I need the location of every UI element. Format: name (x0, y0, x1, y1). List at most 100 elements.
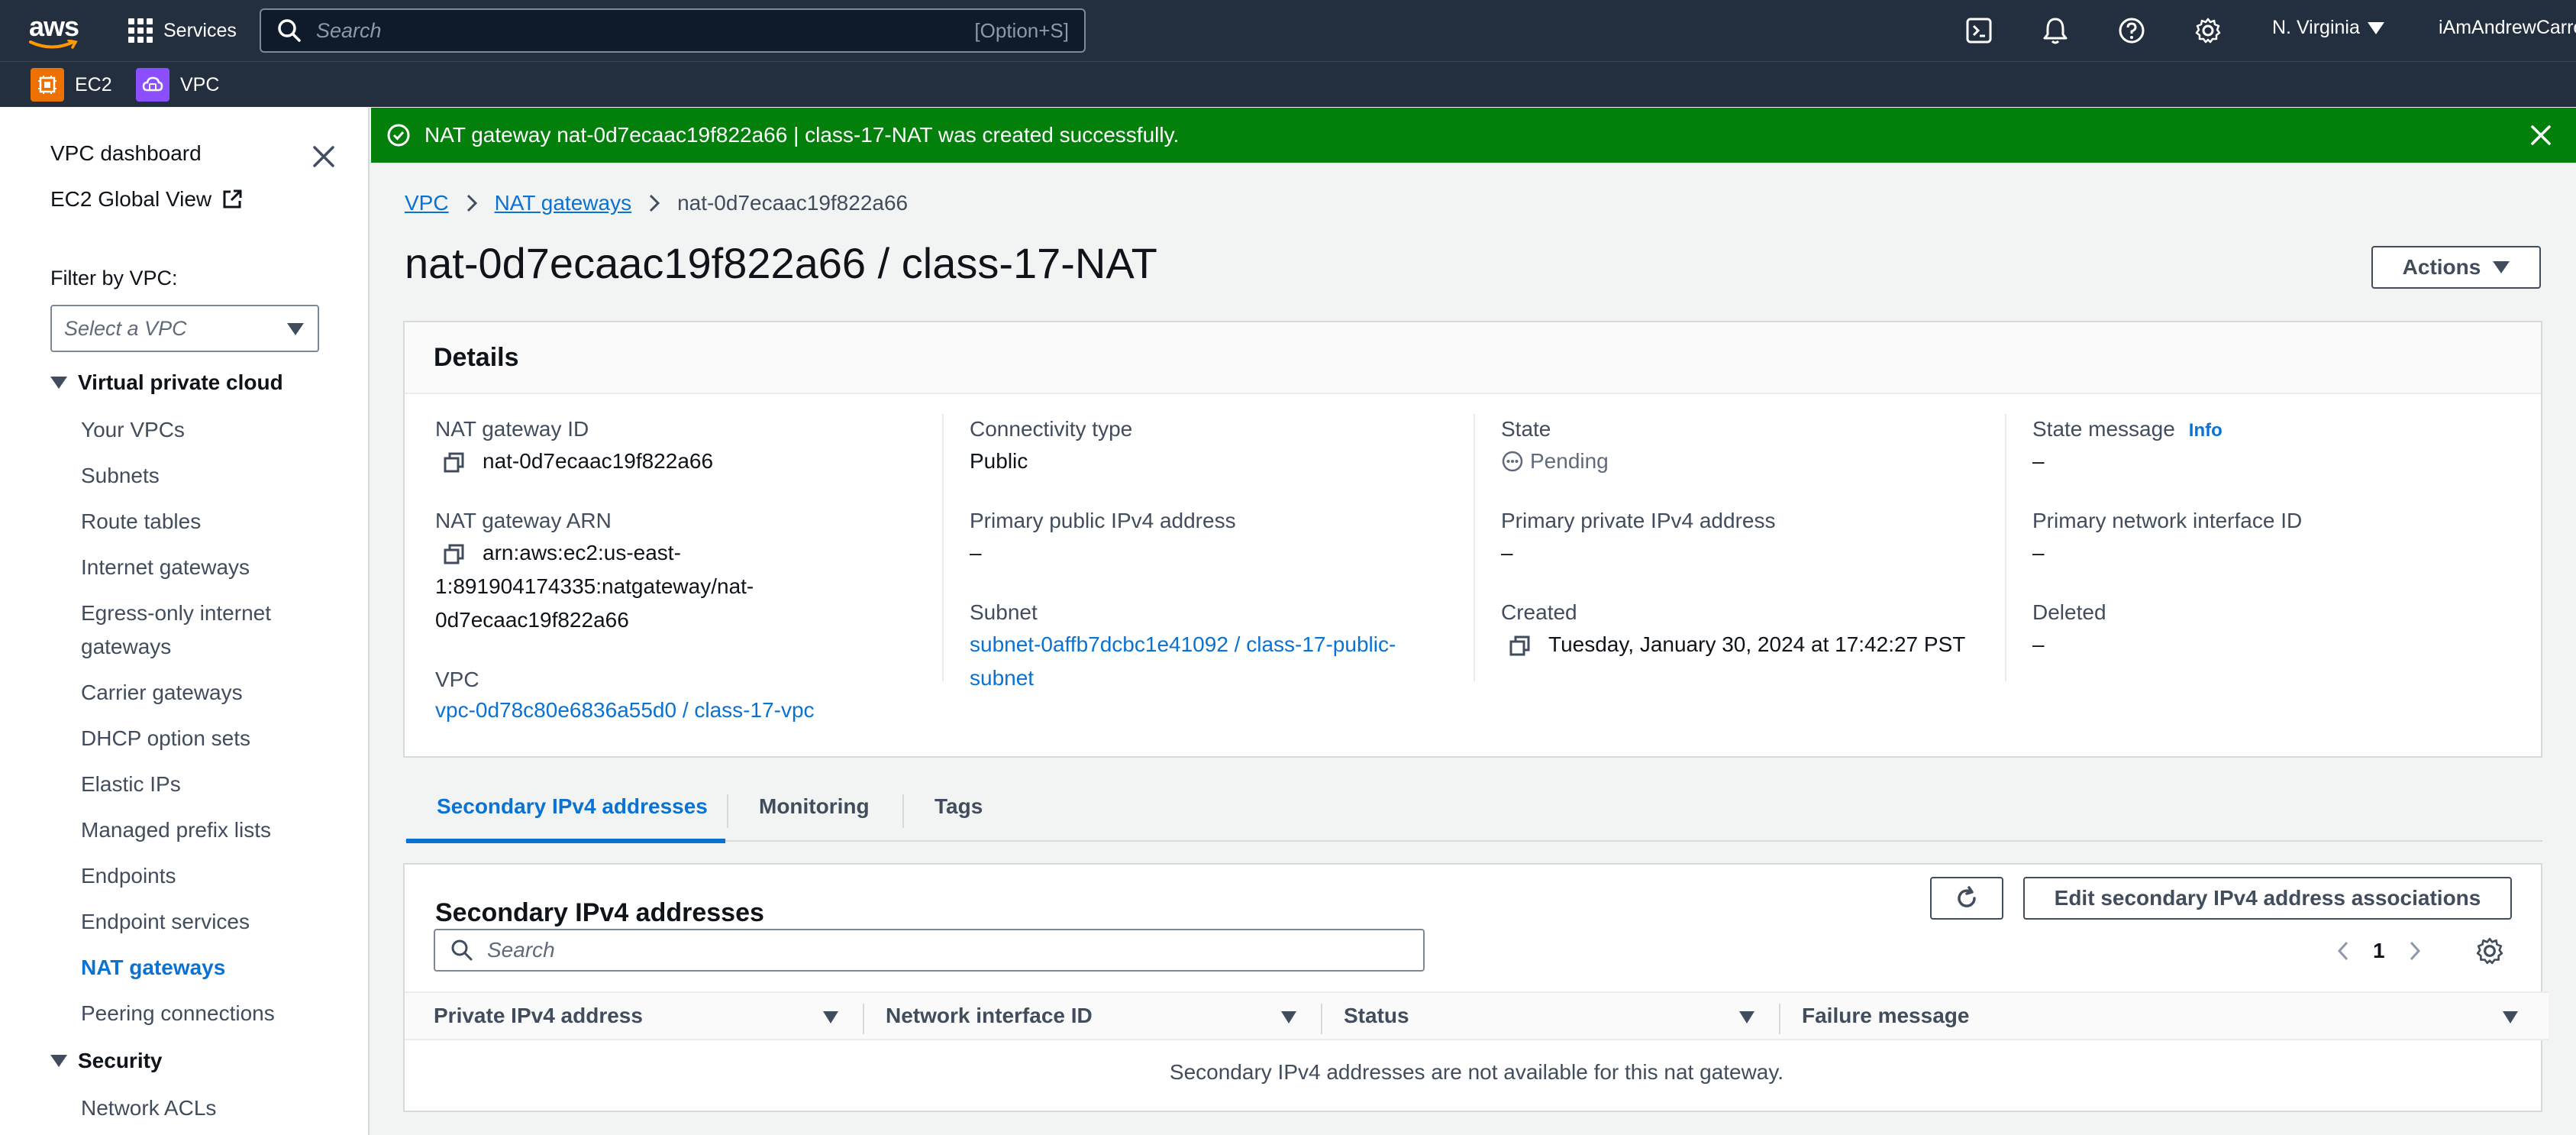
created-text: Tuesday, January 30, 2024 at 17:42:27 PS… (1548, 632, 1966, 656)
sidebar-item-carrier-gateways[interactable]: Carrier gateways (81, 676, 341, 710)
tab-separator (902, 794, 904, 828)
copy-icon[interactable] (443, 451, 466, 474)
sidebar-item-your-vpcs[interactable]: Your VPCs (81, 413, 341, 447)
global-search-input[interactable]: Search [Option+S] (260, 8, 1086, 53)
chevron-left-icon[interactable] (2336, 940, 2350, 962)
info-link[interactable]: Info (2189, 420, 2223, 441)
edit-secondary-ipv4-associations-button[interactable]: Edit secondary IPv4 address associations (2023, 877, 2512, 920)
sidebar-item-network-acls[interactable]: Network ACLs (81, 1091, 341, 1125)
sidebar-item-dhcp-option-sets[interactable]: DHCP option sets (81, 722, 341, 755)
arn-line-1: arn:aws:ec2:us-east- (483, 541, 681, 564)
favorite-ec2-label: EC2 (75, 73, 112, 95)
subnet-link[interactable]: subnet-0affb7dcbc1e41092 / class-17-publ… (970, 628, 1396, 695)
deleted-label: Deleted (2032, 600, 2106, 624)
chevron-right-icon[interactable] (2408, 940, 2422, 962)
flash-message: NAT gateway nat-0d7ecaac19f822a66 | clas… (424, 123, 1180, 147)
column-separator (1779, 1004, 1780, 1034)
help-icon[interactable] (2116, 15, 2147, 46)
aws-smile-icon (29, 40, 78, 49)
breadcrumb-nat-gateways[interactable]: NAT gateways (495, 191, 631, 215)
vpc-label: VPC (435, 668, 479, 691)
sidebar-item-elastic-ips[interactable]: Elastic IPs (81, 768, 341, 801)
breadcrumb-current: nat-0d7ecaac19f822a66 (677, 191, 909, 215)
sidebar-item-route-tables[interactable]: Route tables (81, 505, 341, 538)
search-icon (451, 939, 473, 961)
page-title: nat-0d7ecaac19f822a66 / class-17-NAT (405, 239, 1157, 287)
cloudshell-icon[interactable] (1964, 15, 1994, 46)
secondary-ipv4-search-input[interactable]: Search (434, 929, 1425, 972)
sidebar-section-security[interactable]: Security (50, 1049, 163, 1073)
settings-gear-icon[interactable] (2193, 15, 2223, 46)
subnet-link-line-1: subnet-0affb7dcbc1e41092 / class-17-publ… (970, 632, 1396, 656)
search-icon (278, 19, 301, 42)
details-panel: Details NAT gateway ID nat-0d7ecaac19f82… (403, 321, 2542, 758)
refresh-button[interactable] (1930, 877, 2003, 920)
sort-caret-icon[interactable] (2503, 1011, 2518, 1023)
sidebar-item-egress-only-internet-gateways[interactable]: Egress-only internet gateways (81, 597, 341, 664)
sidebar-section-label: Virtual private cloud (78, 370, 283, 394)
sidebar-item-endpoints[interactable]: Endpoints (81, 859, 341, 893)
sort-caret-icon[interactable] (1281, 1011, 1296, 1023)
sidebar-item-nat-gateways[interactable]: NAT gateways (81, 951, 341, 985)
column-header-status[interactable]: Status (1344, 1004, 1409, 1028)
sidebar-item-subnets[interactable]: Subnets (81, 459, 341, 493)
copy-icon[interactable] (1509, 635, 1532, 658)
caret-down-icon (287, 323, 304, 335)
services-menu-button[interactable]: Services (128, 15, 237, 46)
breadcrumb: VPC NAT gateways nat-0d7ecaac19f822a66 (405, 191, 908, 215)
sidebar-item-endpoint-services[interactable]: Endpoint services (81, 905, 341, 939)
sidebar-section-virtual-private-cloud[interactable]: Virtual private cloud (50, 370, 283, 395)
sidebar-item-internet-gateways[interactable]: Internet gateways (81, 551, 341, 584)
chevron-right-icon (650, 194, 660, 212)
sidebar-ec2-global-view[interactable]: EC2 Global View (50, 187, 244, 212)
empty-table-message: Secondary IPv4 addresses are not availab… (1169, 1060, 1784, 1084)
sidebar-item-managed-prefix-lists[interactable]: Managed prefix lists (81, 813, 341, 847)
primary-private-ip-label: Primary private IPv4 address (1501, 509, 1776, 532)
vpc-filter-placeholder: Select a VPC (64, 316, 187, 340)
sort-caret-icon[interactable] (1739, 1011, 1754, 1023)
state-message-label: State message Info (2032, 417, 2223, 441)
filter-by-vpc-label: Filter by VPC: (50, 267, 178, 289)
vpc-link[interactable]: vpc-0d78c80e6836a55d0 / class-17-vpc (435, 694, 815, 727)
external-link-icon (223, 189, 242, 209)
sidebar-vpc-dashboard[interactable]: VPC dashboard (50, 141, 202, 166)
tab-tags[interactable]: Tags (935, 794, 983, 819)
column-divider (1474, 414, 1475, 681)
notifications-bell-icon[interactable] (2040, 15, 2071, 46)
arn-line-2: 1:891904174335:natgateway/nat- (435, 574, 754, 598)
search-shortcut: [Option+S] (974, 18, 1069, 42)
success-flash-banner: NAT gateway nat-0d7ecaac19f822a66 | clas… (371, 108, 2576, 163)
vpc-filter-select[interactable]: Select a VPC (50, 305, 319, 352)
primary-eni-value: – (2032, 541, 2045, 564)
detail-tabs: Secondary IPv4 addresses Monitoring Tags (405, 781, 2542, 843)
services-grid-icon (128, 18, 153, 43)
dismiss-close-icon[interactable] (2527, 121, 2555, 149)
aws-logo-text: aws (29, 11, 79, 42)
table-preferences-gear-icon[interactable] (2475, 936, 2504, 965)
sort-caret-icon[interactable] (823, 1011, 838, 1023)
expand-caret-icon (50, 1055, 67, 1067)
favorite-ec2[interactable]: EC2 (31, 68, 112, 102)
region-selector[interactable]: N. Virginia (2272, 17, 2384, 39)
vpc-service-icon (136, 68, 169, 102)
account-menu[interactable]: iAmAndrewCarroll (2439, 17, 2576, 39)
actions-button[interactable]: Actions (2371, 246, 2541, 289)
close-icon[interactable] (308, 141, 339, 172)
tab-monitoring[interactable]: Monitoring (759, 794, 870, 819)
favorite-vpc[interactable]: VPC (136, 68, 219, 102)
copy-icon[interactable] (443, 543, 466, 566)
state-message-label-text: State message (2032, 417, 2175, 441)
aws-logo[interactable]: aws (27, 11, 79, 52)
active-tab-indicator (406, 839, 725, 843)
column-header-failure-message[interactable]: Failure message (1802, 1004, 1969, 1028)
primary-public-ip-label: Primary public IPv4 address (970, 509, 1236, 532)
page-number[interactable]: 1 (2373, 939, 2385, 963)
pending-status-icon (1502, 451, 1523, 472)
sidebar-item-peering-connections[interactable]: Peering connections (81, 997, 341, 1030)
column-divider (942, 414, 944, 681)
pagination: 1 (2336, 936, 2504, 965)
column-header-private-ipv4[interactable]: Private IPv4 address (434, 1004, 643, 1028)
column-header-network-interface-id[interactable]: Network interface ID (886, 1004, 1093, 1028)
breadcrumb-vpc[interactable]: VPC (405, 191, 449, 215)
tab-secondary-ipv4-addresses[interactable]: Secondary IPv4 addresses (437, 794, 708, 819)
